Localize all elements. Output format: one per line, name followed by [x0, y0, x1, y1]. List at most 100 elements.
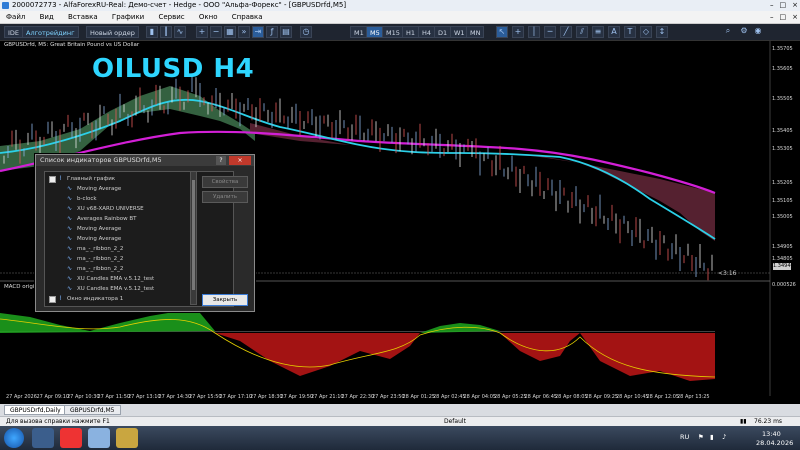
text-icon[interactable]: A [608, 26, 620, 38]
label-icon[interactable]: T [624, 26, 636, 38]
x-tick: 28 Apr 08:05 [555, 394, 588, 400]
close-button[interactable]: × [792, 0, 798, 11]
x-tick: 27 Apr 2026 [6, 394, 37, 400]
chart-shift-icon[interactable]: ⇥ [252, 26, 264, 38]
periods-icon[interactable]: ◷ [300, 26, 312, 38]
tile-windows-icon[interactable]: ▦ [224, 26, 236, 38]
pinned-app-icon[interactable] [116, 428, 138, 448]
account-icon[interactable]: ◉ [752, 26, 764, 38]
minimize-button[interactable]: – [770, 0, 774, 11]
timeframe-mn[interactable]: MN [466, 26, 485, 38]
y-tick: 1.34805 [772, 256, 793, 262]
menu-window[interactable]: Окно [193, 11, 224, 23]
cursor-icon[interactable]: ↖ [496, 26, 508, 38]
timeframe-d1[interactable]: D1 [434, 26, 452, 38]
properties-button[interactable]: Свойства [202, 176, 248, 188]
menu-tools[interactable]: Сервис [152, 11, 190, 23]
trendline-icon[interactable]: ╱ [560, 26, 572, 38]
timeframe-h4[interactable]: H4 [418, 26, 436, 38]
dialog-help-button[interactable]: ? [216, 156, 226, 165]
current-price-box: 1.34940 [773, 263, 794, 270]
zoom-out-icon[interactable]: − [210, 26, 222, 38]
settings-gear-icon[interactable]: ⚙ [738, 26, 750, 38]
x-tick: 27 Apr 15:50 [189, 394, 222, 400]
terminal-app-icon[interactable] [88, 428, 110, 448]
indicator-icon: ∿ [67, 225, 73, 232]
tab-gbpusd-daily[interactable]: GBPUSDrfd,Daily [4, 405, 67, 415]
horizontal-line-icon[interactable]: ─ [544, 26, 556, 38]
delete-button[interactable]: Удалить [202, 191, 248, 203]
x-tick: 28 Apr 09:25 [585, 394, 619, 400]
x-tick: 28 Apr 13:25 [677, 394, 710, 400]
x-tick: 28 Apr 12:05 [646, 394, 680, 400]
channel-icon[interactable]: ⫽ [576, 26, 588, 38]
macd-y-tick: 0.000526 [772, 282, 796, 288]
x-tick: 27 Apr 11:50 [97, 394, 131, 400]
algo-trading-button[interactable]: Алготрейдинг [22, 26, 79, 38]
dialog-close-button[interactable]: Закрыть [202, 294, 248, 306]
shapes-icon[interactable]: ◇ [640, 26, 652, 38]
vertical-line-icon[interactable]: │ [528, 26, 540, 38]
crosshair-icon[interactable]: + [512, 26, 524, 38]
macd-negative-area-3 [580, 333, 715, 381]
chart-tabs-bar: GBPUSDrfd,Daily GBPUSDrfd,M5 [0, 404, 800, 416]
yandex-browser-icon[interactable] [60, 428, 82, 448]
autoscroll-icon[interactable]: » [238, 26, 250, 38]
y-tick: 1.35405 [772, 128, 793, 134]
timeframe-h1[interactable]: H1 [402, 26, 420, 38]
clock-time[interactable]: 13:40 [762, 430, 781, 438]
chart-close-button[interactable]: × [792, 11, 798, 23]
tray-network-icon[interactable]: ▮ [710, 433, 714, 441]
y-tick: 1.35005 [772, 214, 793, 220]
maximize-button[interactable]: □ [780, 0, 787, 11]
tree-scrollbar[interactable] [190, 171, 197, 305]
indicator-icon: ∿ [67, 265, 73, 272]
chart-restore-button[interactable]: □ [780, 11, 787, 23]
indicator-icon: ∿ [67, 275, 73, 282]
language-indicator[interactable]: RU [680, 433, 689, 441]
y-tick: 1.35605 [772, 66, 793, 72]
fibonacci-icon[interactable]: ≡ [592, 26, 604, 38]
start-button-icon[interactable] [4, 428, 24, 448]
menu-charts[interactable]: Графики [106, 11, 150, 23]
y-tick: 1.35205 [772, 180, 793, 186]
new-order-button[interactable]: Новый ордер [86, 26, 139, 38]
tray-volume-icon[interactable]: ♪ [722, 433, 726, 441]
ide-button[interactable]: IDE [4, 26, 24, 38]
clock-date[interactable]: 28.04.2026 [756, 439, 793, 447]
tray-flag-icon[interactable]: ⚑ [698, 433, 704, 441]
collapse-toggle-icon[interactable] [49, 176, 56, 183]
menu-view[interactable]: Вид [34, 11, 60, 23]
search-icon[interactable]: ⌕ [722, 26, 734, 38]
collapse-toggle-icon[interactable] [49, 296, 56, 303]
x-tick: 28 Apr 02:45 [433, 394, 466, 400]
indicators-icon[interactable]: ƒ [266, 26, 278, 38]
timeframe-m15[interactable]: M15 [382, 26, 404, 38]
chart-candle-icon[interactable]: ┃ [160, 26, 172, 38]
x-tick: 27 Apr 21:10 [311, 394, 344, 400]
y-tick: 1.35305 [772, 146, 793, 152]
scroll-thumb[interactable] [192, 180, 195, 290]
chart-minimize-button[interactable]: – [770, 11, 774, 23]
bear-ribbon-fill [250, 123, 715, 241]
tab-gbpusd-m5[interactable]: GBPUSDrfd,M5 [64, 405, 121, 415]
menu-file[interactable]: Файл [0, 11, 31, 23]
y-tick: 1.35505 [772, 96, 793, 102]
menu-insert[interactable]: Вставка [62, 11, 104, 23]
explorer-icon[interactable] [32, 428, 54, 448]
chart-line-icon[interactable]: ∿ [174, 26, 186, 38]
templates-icon[interactable]: ▤ [280, 26, 292, 38]
chart-window-icon: ⌇ [59, 295, 62, 302]
dialog-close-icon[interactable]: × [229, 156, 251, 165]
x-tick: 27 Apr 19:50 [280, 394, 314, 400]
dialog-titlebar[interactable]: Список индикаторов GBPUSDrfd,M5 ? × [36, 155, 254, 166]
menu-help[interactable]: Справка [226, 11, 269, 23]
chart-bar-icon[interactable]: ▮ [146, 26, 158, 38]
x-tick: 27 Apr 17:10 [219, 394, 253, 400]
indicator-icon: ∿ [67, 245, 73, 252]
arrows-icon[interactable]: ↕ [656, 26, 668, 38]
indicator-icon: ∿ [67, 195, 73, 202]
x-tick: 27 Apr 10:30 [67, 394, 100, 400]
x-tick: 27 Apr 14:30 [158, 394, 192, 400]
zoom-in-icon[interactable]: + [196, 26, 208, 38]
